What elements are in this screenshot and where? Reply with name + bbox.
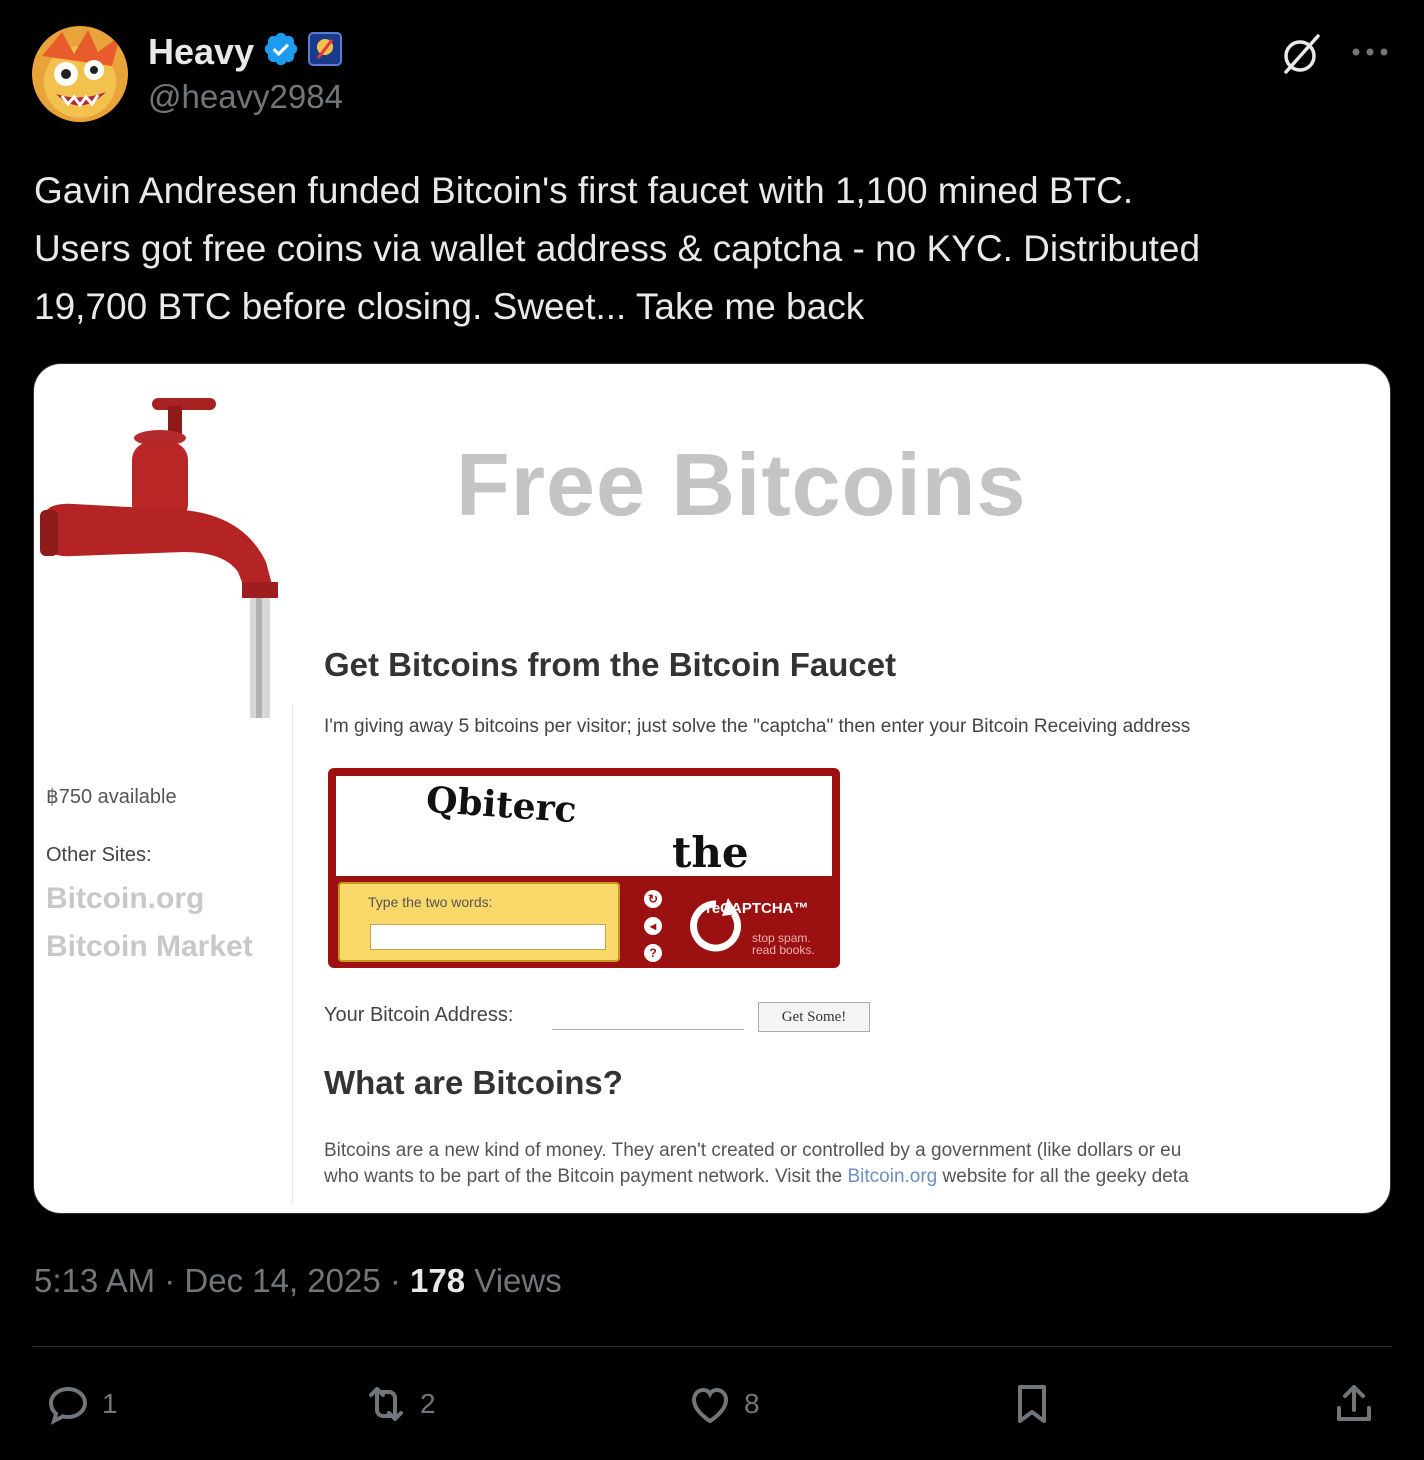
captcha-word: the xyxy=(672,828,749,877)
body-text: Bitcoins are a new kind of money. They a… xyxy=(324,1140,1182,1161)
captcha-prompt: Type the two words: xyxy=(368,894,493,910)
author-handle[interactable]: @heavy2984 xyxy=(148,78,343,116)
share-button[interactable] xyxy=(1330,1380,1378,1428)
available-balance: ฿750 available xyxy=(46,786,177,808)
retweet-count: 2 xyxy=(420,1388,436,1419)
audio-icon: ◂ xyxy=(644,917,662,935)
body-text: who wants to be part of the Bitcoin paym… xyxy=(324,1166,1189,1187)
affiliate-badge-icon[interactable] xyxy=(308,32,343,71)
help-icon: ? xyxy=(644,944,662,962)
bookmark-icon xyxy=(1018,1385,1046,1423)
recaptcha-label: reCAPTCHA™ xyxy=(706,900,809,917)
retweet-icon xyxy=(369,1387,403,1421)
bitcoin-org-link: Bitcoin.org xyxy=(847,1166,938,1187)
address-label: Your Bitcoin Address: xyxy=(324,1004,514,1026)
verified-badge-icon xyxy=(262,30,300,73)
captcha-answer-box: Type the two words: xyxy=(338,882,620,962)
captcha-image: Qbiterc the xyxy=(336,776,832,877)
other-sites-label: Other Sites: xyxy=(46,844,152,866)
display-name[interactable]: Heavy xyxy=(148,31,254,73)
views-label: Views xyxy=(465,1262,562,1299)
tweet-date[interactable]: Dec 14, 2025 xyxy=(184,1262,380,1299)
views-count: 178 xyxy=(410,1262,466,1299)
share-icon xyxy=(1337,1385,1371,1421)
tweet-meta: 5:13 AM · Dec 14, 2025 · 178 Views xyxy=(34,1262,562,1299)
faucet-image xyxy=(40,398,278,718)
reply-count: 1 xyxy=(102,1388,118,1419)
faucet-intro: I'm giving away 5 bitcoins per visitor; … xyxy=(324,716,1191,737)
free-bitcoins-title: Free Bitcoins xyxy=(456,435,1027,534)
bookmark-button[interactable] xyxy=(1008,1380,1056,1428)
captcha-controls: ↻ ◂ ? xyxy=(636,890,670,962)
what-are-bitcoins-heading: What are Bitcoins? xyxy=(324,1064,623,1101)
other-site-link: Bitcoin.org xyxy=(46,882,205,915)
tweet-text: Gavin Andresen funded Bitcoin's first fa… xyxy=(34,170,1201,327)
avatar[interactable] xyxy=(32,26,128,122)
recaptcha-tagline: stop spam. read books. xyxy=(752,931,815,957)
grok-icon[interactable] xyxy=(1278,30,1326,78)
like-button[interactable]: 8 xyxy=(686,1380,760,1428)
address-input xyxy=(552,1004,744,1030)
get-some-button: Get Some! xyxy=(758,1002,870,1032)
more-icon[interactable] xyxy=(1348,30,1392,74)
other-site-link: Bitcoin Market xyxy=(46,930,253,963)
reply-icon xyxy=(48,1386,88,1425)
captcha-input xyxy=(370,924,606,950)
divider xyxy=(32,1346,1392,1347)
tweet-time[interactable]: 5:13 AM xyxy=(34,1262,155,1299)
like-icon xyxy=(691,1387,729,1424)
like-count: 8 xyxy=(744,1388,760,1419)
captcha-word: Qbiterc xyxy=(424,778,578,832)
sidebar-divider xyxy=(292,704,293,1204)
reply-button[interactable]: 1 xyxy=(44,1380,118,1428)
recaptcha-widget: Qbiterc the Type the two words: ↻ ◂ ? re… xyxy=(328,768,840,968)
faucet-heading: Get Bitcoins from the Bitcoin Faucet xyxy=(324,646,897,683)
tweet-media[interactable]: Free Bitcoins ฿750 available Other Sites… xyxy=(33,363,1391,1214)
refresh-icon: ↻ xyxy=(644,890,662,908)
retweet-button[interactable]: 2 xyxy=(362,1380,436,1428)
